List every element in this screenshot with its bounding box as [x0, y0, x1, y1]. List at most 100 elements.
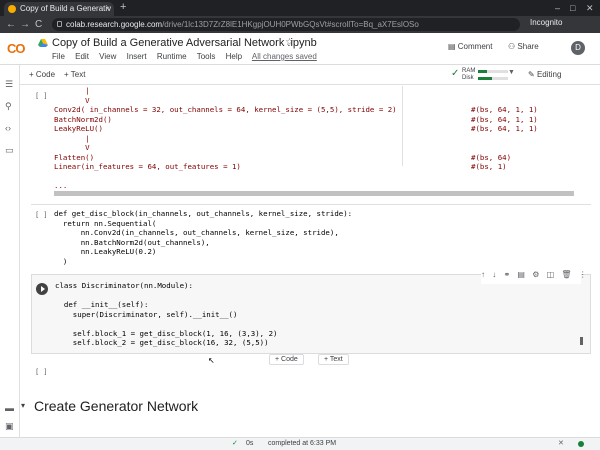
- code-line: self.block_2 = get_disc_block(16, 32, (5…: [55, 338, 269, 347]
- tab-close-icon[interactable]: ×: [105, 2, 110, 16]
- files-icon[interactable]: ▭: [5, 145, 14, 156]
- status-check-icon: ✓: [232, 440, 238, 447]
- delete-icon[interactable]: 🗑: [561, 270, 571, 279]
- toc-icon[interactable]: ☰: [5, 79, 13, 90]
- cell-bracket[interactable]: [ ]: [35, 368, 48, 376]
- move-down-icon[interactable]: ↓: [492, 270, 496, 279]
- text-cell-architecture[interactable]: [ ] | V Conv2d( in_channels = 32, out_cha…: [31, 86, 591, 196]
- star-icon[interactable]: ☆: [285, 37, 294, 48]
- move-up-icon[interactable]: ↑: [481, 270, 485, 279]
- window-close-icon[interactable]: ✕: [586, 0, 594, 16]
- code-line: Flatten(): [54, 152, 95, 162]
- status-completed[interactable]: completed at 6:33 PM: [268, 438, 336, 450]
- address-bar-row: ← → C colab.research.google.com/drive/1l…: [0, 16, 600, 33]
- section-heading[interactable]: Create Generator Network: [34, 398, 198, 414]
- code-line: nn.LeakyReLU(0.2): [54, 247, 157, 256]
- back-icon[interactable]: ←: [6, 17, 16, 32]
- shape-comments: #(bs, 64, 1, 1) #(bs, 64, 1, 1) #(bs, 64, …: [471, 86, 538, 191]
- tab-title: Copy of Build a Generativ: [20, 4, 112, 13]
- incognito-label[interactable]: Incognito: [530, 18, 562, 27]
- code-line: def __init__(self):: [55, 300, 149, 309]
- resource-labels[interactable]: RAM Disk: [462, 68, 475, 82]
- cell-toolbar: ↑ ↓ ⚭ ▤ ⚙ ◫ 🗑 ⋮: [481, 270, 587, 284]
- notebook-title[interactable]: Copy of Build a Generative Adversarial N…: [52, 37, 317, 49]
- menu-view[interactable]: View: [99, 52, 116, 61]
- code-line: #(bs, 64, 1, 1): [471, 124, 538, 133]
- status-close-icon[interactable]: ✕: [558, 438, 564, 450]
- terminal-icon[interactable]: ▬: [5, 403, 14, 413]
- colab-logo[interactable]: CO: [7, 41, 25, 56]
- lock-icon: [57, 21, 62, 27]
- cell-bracket[interactable]: [ ]: [35, 92, 48, 100]
- code-line: def get_disc_block(in_channels, out_chan…: [54, 209, 353, 218]
- minimize-icon[interactable]: –: [555, 0, 560, 16]
- menu-help[interactable]: Help: [226, 52, 242, 61]
- code-line: nn.Conv2d(in_channels, out_channels, ker…: [54, 228, 339, 237]
- avatar[interactable]: D: [571, 41, 585, 55]
- pencil-icon: ✎: [528, 70, 537, 79]
- save-status[interactable]: All changes saved: [252, 52, 317, 61]
- empty-code-cell[interactable]: [ ]: [31, 366, 591, 380]
- forward-icon[interactable]: →: [20, 17, 30, 32]
- comment-cell-icon[interactable]: ▤: [517, 270, 525, 279]
- url-input[interactable]: colab.research.google.com/drive/1lc13D7Z…: [52, 18, 520, 31]
- drive-icon: [38, 39, 48, 47]
- command-palette-icon[interactable]: ▣: [5, 421, 14, 432]
- insert-text-button[interactable]: + Text: [318, 354, 349, 365]
- run-cell-button[interactable]: [36, 283, 48, 295]
- insert-code-button[interactable]: + Code: [269, 354, 304, 365]
- cell-scrollbar[interactable]: [580, 337, 583, 345]
- mirror-cell-icon[interactable]: ◫: [547, 270, 555, 279]
- menu-runtime[interactable]: Runtime: [157, 52, 187, 61]
- code-line: ...: [54, 181, 68, 190]
- reload-icon[interactable]: C: [35, 17, 42, 32]
- search-icon[interactable]: ⚲: [5, 101, 12, 112]
- disk-meter: [478, 77, 508, 80]
- code-line: BatchNorm2d(): [54, 114, 112, 124]
- menu-insert[interactable]: Insert: [127, 52, 147, 61]
- new-tab-button[interactable]: +: [120, 1, 126, 13]
- runtime-dropdown-icon[interactable]: ▼: [508, 69, 515, 76]
- code-line: nn.BatchNorm2d(out_channels),: [54, 237, 210, 247]
- add-text-button[interactable]: + Text: [64, 70, 85, 79]
- cell-code[interactable]: class Discriminator(nn.Module): def __in…: [55, 281, 277, 348]
- architecture-lines: | V Conv2d( in_channels = 32, out_channel…: [54, 86, 397, 191]
- ram-meter: [478, 70, 508, 73]
- add-code-button[interactable]: + Code: [29, 70, 55, 79]
- notebook-area: [ ] | V Conv2d( in_channels = 32, out_cha…: [21, 86, 600, 437]
- code-snippets-icon[interactable]: ‹›: [5, 123, 11, 133]
- code-line: Linear(in_features = 64, out_features = …: [54, 162, 241, 171]
- colab-header: CO Copy of Build a Generative Adversaria…: [0, 33, 600, 65]
- code-line: V: [54, 143, 90, 152]
- menu-edit[interactable]: Edit: [75, 52, 89, 61]
- collapse-section-icon[interactable]: ▾: [21, 401, 25, 410]
- code-line: Conv2d( in_channels = 32, out_channels =…: [54, 105, 397, 114]
- code-cell-get-disc-block[interactable]: [ ] def get_disc_block(in_channels, out_…: [31, 204, 591, 266]
- horizontal-scrollbar[interactable]: [54, 191, 574, 196]
- url-path: /drive/1lc13D7ZrZ8lE1HKgpjOUH0PWbGQsVt#s…: [162, 20, 419, 29]
- more-options-icon[interactable]: ⋮: [579, 270, 587, 279]
- settings-icon[interactable]: ⚙: [532, 270, 539, 279]
- code-line: |: [54, 133, 90, 143]
- code-line: class Discriminator(nn.Module):: [55, 281, 193, 290]
- maximize-icon[interactable]: □: [570, 0, 575, 16]
- menu-tools[interactable]: Tools: [197, 52, 216, 61]
- browser-tab[interactable]: Copy of Build a Generativ ×: [4, 2, 114, 16]
- code-cell-discriminator[interactable]: class Discriminator(nn.Module): def __in…: [31, 274, 591, 354]
- menu-file[interactable]: File: [52, 52, 65, 61]
- cell-bracket[interactable]: [ ]: [35, 211, 48, 219]
- comment-button[interactable]: ▤ Comment: [448, 42, 492, 51]
- cell-code[interactable]: def get_disc_block(in_channels, out_chan…: [54, 209, 352, 266]
- code-line: LeakyReLU(): [54, 124, 103, 133]
- link-icon[interactable]: ⚭: [503, 270, 510, 279]
- share-button[interactable]: ⚇ Share: [508, 42, 539, 51]
- editing-mode-button[interactable]: ✎ Editing: [528, 70, 561, 79]
- ram-label: RAM: [462, 68, 476, 74]
